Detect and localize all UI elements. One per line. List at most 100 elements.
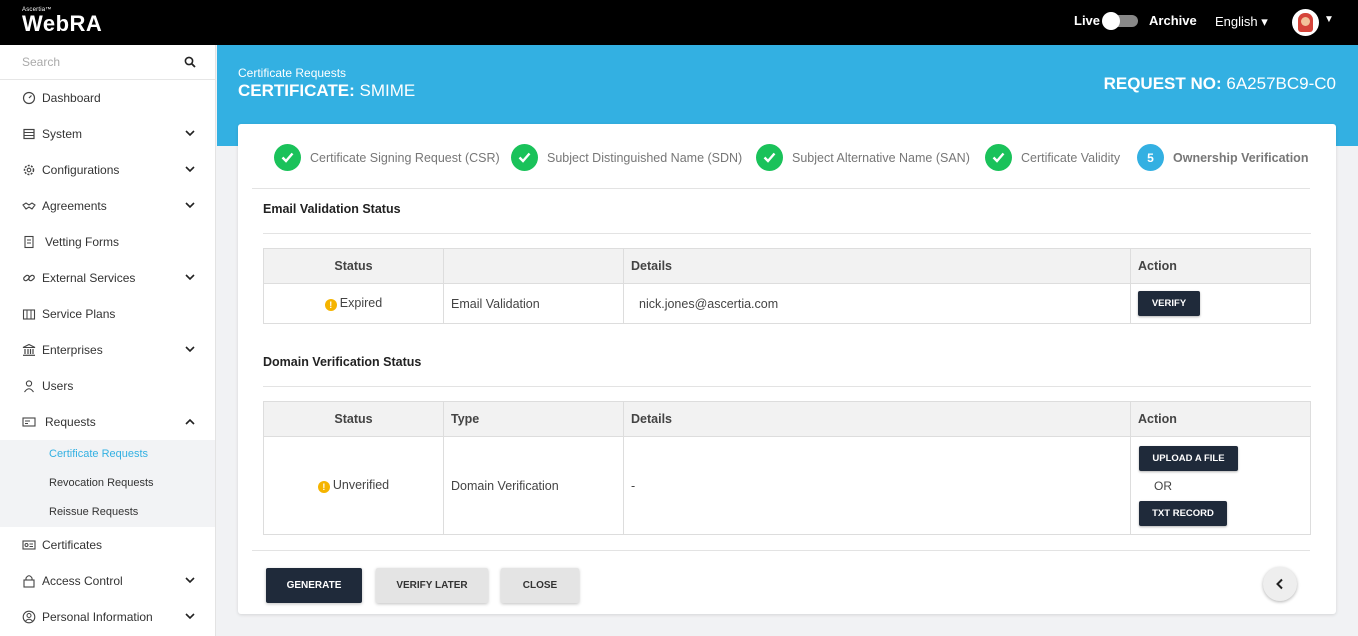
sidebar-item-service-plans[interactable]: Service Plans [0, 296, 215, 332]
type-cell: Domain Verification [443, 436, 624, 535]
cert-type: SMIME [359, 81, 416, 100]
column-header: Action [1130, 401, 1311, 437]
request-prefix: REQUEST NO: [1103, 74, 1222, 93]
step-csr[interactable]: Certificate Signing Request (CSR) [274, 144, 500, 171]
verify-button[interactable]: VERIFY [1138, 291, 1200, 316]
live-archive-switch: Live Archive [1074, 11, 1197, 30]
close-button[interactable]: CLOSE [501, 568, 579, 603]
chevron-left-icon [1276, 578, 1283, 590]
live-label: Live [1074, 13, 1101, 28]
status-text: Expired [339, 296, 383, 310]
toggle-knob [1102, 11, 1121, 30]
table-header-row: Status Type Details Action [263, 401, 1311, 437]
sidebar-item-label: System [42, 127, 83, 141]
step-ownership[interactable]: 5 Ownership Verification [1137, 144, 1308, 171]
email-section-title: Email Validation Status [263, 202, 401, 216]
domain-section-title: Domain Verification Status [263, 355, 422, 369]
table-row: ! Unverified Domain Verification - UPLOAD… [263, 436, 1311, 535]
sidebar-subitem-revocation-requests[interactable]: Revocation Requests [0, 469, 215, 498]
collapse-button[interactable] [1263, 567, 1297, 601]
sidebar: Dashboard System Configurations Agreemen… [0, 45, 216, 636]
sidebar-item-users[interactable]: Users [0, 368, 215, 404]
sidebar-item-label: Vetting Forms [45, 235, 120, 249]
step-label: Subject Distinguished Name (SDN) [547, 150, 743, 165]
step-validity[interactable]: Certificate Validity [985, 144, 1120, 171]
divider [263, 233, 1311, 234]
sidebar-item-label: Service Plans [42, 307, 116, 321]
cert-prefix: CERTIFICATE: [238, 81, 355, 100]
subitem-label: Certificate Requests [49, 448, 149, 460]
column-header: Type [443, 401, 624, 437]
sidebar-item-configurations[interactable]: Configurations [0, 152, 215, 188]
email-validation-table: Status Details Action ! Expired Email Val… [263, 248, 1311, 324]
sidebar-item-requests[interactable]: Requests [0, 404, 215, 440]
chevron-down-icon [185, 613, 195, 620]
column-header: Details [623, 401, 1131, 437]
column-header: Action [1130, 248, 1311, 284]
user-icon [24, 380, 34, 393]
dashboard-icon [22, 91, 36, 105]
certificate-icon [22, 540, 36, 550]
search-icon[interactable] [184, 56, 196, 68]
logo[interactable]: Ascertia™ WebRA [22, 7, 102, 35]
warning-icon: ! [317, 481, 330, 493]
requests-icon [22, 417, 36, 427]
sidebar-item-enterprises[interactable]: Enterprises [0, 332, 215, 368]
sidebar-item-access-control[interactable]: Access Control [0, 563, 215, 599]
chevron-down-icon [185, 130, 195, 137]
requests-submenu: Certificate Requests Revocation Requests… [0, 440, 215, 527]
avatar-face [1301, 17, 1310, 26]
sidebar-item-personal-information[interactable]: Personal Information [0, 599, 215, 635]
link-icon [23, 274, 35, 282]
sidebar-subitem-reissue-requests[interactable]: Reissue Requests [0, 498, 215, 527]
search-input[interactable] [0, 45, 170, 78]
subitem-label: Revocation Requests [49, 477, 154, 489]
sidebar-item-certificates[interactable]: Certificates [0, 527, 215, 563]
column-header: Details [623, 248, 1131, 284]
table-header-row: Status Details Action [263, 248, 1311, 284]
form-icon [24, 235, 34, 249]
sidebar-item-label: Requests [45, 415, 96, 429]
txt-record-button[interactable]: TXT RECORD [1139, 500, 1227, 526]
plans-icon [22, 309, 36, 320]
breadcrumb[interactable]: Certificate Requests [238, 66, 346, 80]
upload-file-button[interactable]: UPLOAD A FILE [1139, 445, 1238, 471]
search-bar [0, 45, 215, 80]
sidebar-item-agreements[interactable]: Agreements [0, 188, 215, 224]
sidebar-item-label: External Services [42, 271, 136, 285]
check-icon [274, 144, 301, 171]
chevron-up-icon [185, 418, 195, 425]
step-label: Certificate Signing Request (CSR) [310, 150, 500, 165]
type-cell: Email Validation [443, 283, 624, 324]
step-sdn[interactable]: Subject Distinguished Name (SDN) [511, 144, 742, 171]
column-header: Status [263, 401, 444, 437]
live-archive-toggle[interactable] [1102, 11, 1139, 30]
sidebar-item-label: Dashboard [42, 91, 101, 105]
sidebar-item-external-services[interactable]: External Services [0, 260, 215, 296]
handshake-icon [22, 202, 36, 210]
sidebar-subitem-certificate-requests[interactable]: Certificate Requests [0, 440, 215, 469]
avatar-caret-icon[interactable]: ▼ [1324, 14, 1334, 25]
step-label: Certificate Validity [1021, 150, 1121, 165]
check-icon [511, 144, 538, 171]
step-san[interactable]: Subject Alternative Name (SAN) [756, 144, 970, 171]
step-label: Ownership Verification [1173, 150, 1309, 165]
divider [252, 550, 1310, 551]
brand-name: WebRA [22, 11, 103, 36]
chevron-down-icon [185, 202, 195, 209]
sidebar-item-dashboard[interactable]: Dashboard [0, 80, 215, 116]
or-separator: OR [1154, 478, 1172, 493]
language-dropdown[interactable]: English ▾ [1215, 14, 1268, 30]
check-icon [985, 144, 1012, 171]
chevron-down-icon [185, 166, 195, 173]
verify-later-button[interactable]: VERIFY LATER [376, 568, 488, 603]
sidebar-item-vetting-forms[interactable]: Vetting Forms [0, 224, 215, 260]
avatar[interactable] [1292, 9, 1319, 36]
sidebar-item-label: Access Control [42, 574, 123, 588]
generate-button[interactable]: GENERATE [266, 568, 362, 603]
sidebar-item-system[interactable]: System [0, 116, 215, 152]
domain-verification-table: Status Type Details Action ! Unverified D… [263, 401, 1311, 535]
details-cell: nick.jones@ascertia.com [623, 283, 1131, 324]
warning-icon: ! [324, 299, 337, 311]
gear-icon [23, 164, 35, 176]
